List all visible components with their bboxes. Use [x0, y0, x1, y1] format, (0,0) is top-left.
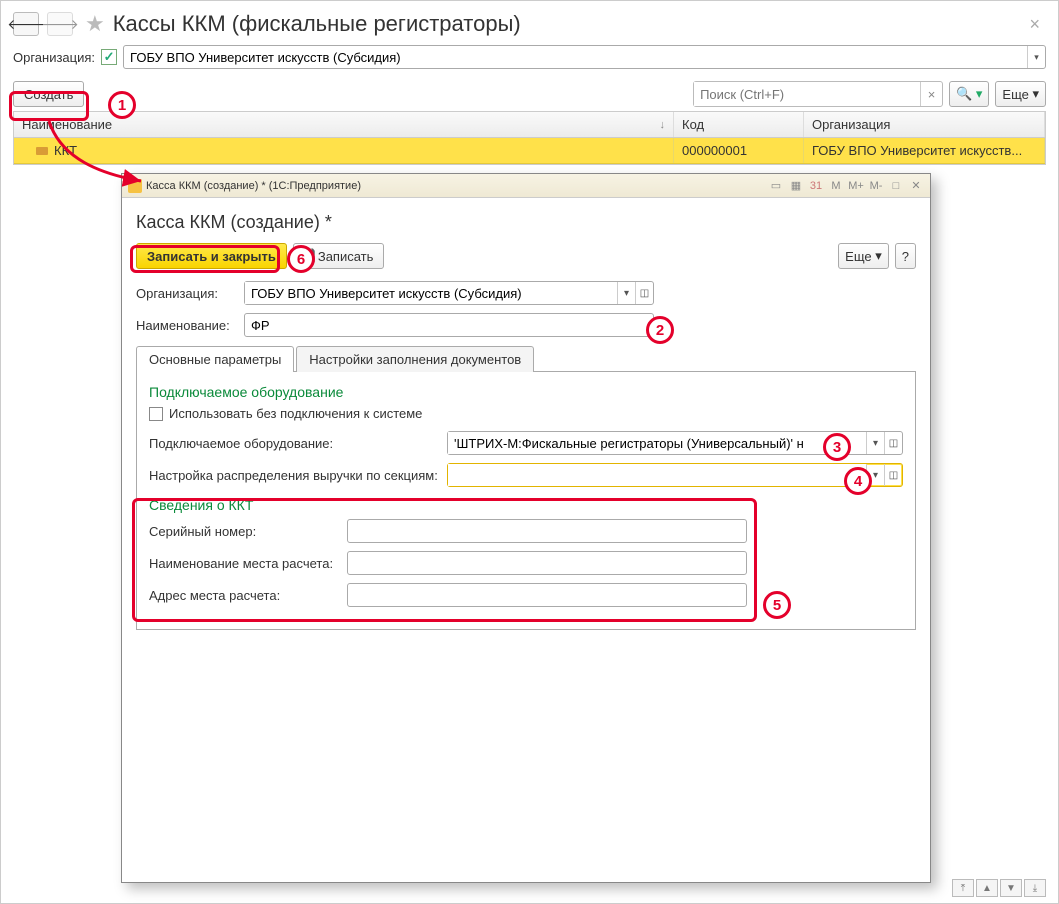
dialog-tabs: Основные параметры Настройки заполнения … [136, 345, 916, 372]
mem-mplus-button[interactable]: M+ [848, 178, 864, 194]
clear-search-icon[interactable]: × [920, 82, 942, 106]
scroll-up-icon[interactable]: ▲ [976, 879, 998, 897]
create-button[interactable]: Создать [13, 81, 84, 107]
mem-m-button[interactable]: M [828, 178, 844, 194]
tab-main-pane: Подключаемое оборудование Использовать б… [136, 372, 916, 630]
search-input[interactable] [694, 82, 920, 106]
favorite-icon[interactable]: ★ [85, 11, 105, 37]
close-dialog-icon[interactable]: ✕ [908, 178, 924, 194]
forward-button[interactable]: 🡒 [47, 12, 73, 36]
serial-label: Серийный номер: [149, 524, 339, 539]
app-window: 🡐 🡒 ★ Кассы ККМ (фискальные регистраторы… [0, 0, 1059, 904]
save-close-button[interactable]: Записать и закрыть [136, 243, 287, 269]
list-toolbar: Создать × 🔍 ▾ Еще ▾ [1, 77, 1058, 111]
dialog-heading: Касса ККМ (создание) * [136, 212, 916, 233]
help-button[interactable]: ? [895, 243, 916, 269]
list-table: Наименование↓ Код Организация ККТ 000000… [13, 111, 1046, 165]
scroll-top-icon[interactable]: ⤒ [952, 879, 974, 897]
org-filter-checkbox[interactable]: ✓ [101, 49, 117, 65]
chevron-down-icon[interactable]: ▾ [617, 282, 635, 304]
col-org[interactable]: Организация [804, 112, 1045, 137]
table-header: Наименование↓ Код Организация [14, 112, 1045, 138]
page-title: Кассы ККМ (фискальные регистраторы) [113, 11, 521, 37]
open-external-icon[interactable]: ◫ [884, 432, 902, 454]
close-icon[interactable]: × [1023, 14, 1046, 35]
scroll-bottom-icon[interactable]: ⤓ [1024, 879, 1046, 897]
titlebar-calendar-icon[interactable]: 31 [808, 178, 824, 194]
sections-input[interactable] [448, 464, 866, 486]
titlebar-calc-icon[interactable]: ▦ [788, 178, 804, 194]
tab-fill[interactable]: Настройки заполнения документов [296, 346, 534, 372]
callout-6: 6 [287, 245, 315, 273]
dialog-titlebar-text: Касса ККМ (создание) * (1С:Предприятие) [146, 180, 361, 192]
cell-name: ККТ [54, 143, 77, 158]
org-filter-combo[interactable]: ▾ [123, 45, 1046, 69]
filter-row: Организация: ✓ ▾ [1, 41, 1058, 77]
dialog-org-label: Организация: [136, 286, 236, 301]
chevron-down-icon[interactable]: ▾ [1027, 46, 1045, 68]
section-equipment-title: Подключаемое оборудование [149, 384, 903, 400]
back-button[interactable]: 🡐 [13, 12, 39, 36]
row-icon [36, 147, 48, 155]
equipment-row: Подключаемое оборудование: ▾ ◫ [149, 431, 903, 455]
table-row[interactable]: ККТ 000000001 ГОБУ ВПО Университет искус… [14, 138, 1045, 164]
maximize-icon[interactable]: □ [888, 178, 904, 194]
cell-code: 000000001 [674, 138, 804, 163]
dialog-org-input[interactable] [245, 282, 617, 304]
dialog-toolbar: Записать и закрыть 💾Записать Еще ▾ ? [136, 243, 916, 269]
dialog-window: Касса ККМ (создание) * (1С:Предприятие) … [121, 173, 931, 883]
col-code[interactable]: Код [674, 112, 804, 137]
callout-5: 5 [763, 591, 791, 619]
titlebar-doc-icon[interactable]: ▭ [768, 178, 784, 194]
dialog-name-row: Наименование: [136, 313, 916, 337]
dialog-name-input[interactable] [244, 313, 654, 337]
dialog-org-combo[interactable]: ▾ ◫ [244, 281, 654, 305]
place-name-label: Наименование места расчета: [149, 556, 339, 571]
dialog-body: Касса ККМ (создание) * Записать и закрыт… [122, 198, 930, 882]
chevron-down-icon[interactable]: ▾ [866, 432, 884, 454]
callout-4: 4 [844, 467, 872, 495]
place-name-input[interactable] [347, 551, 747, 575]
dialog-more-button[interactable]: Еще ▾ [838, 243, 889, 269]
callout-3: 3 [823, 433, 851, 461]
more-button[interactable]: Еще ▾ [995, 81, 1046, 107]
offline-checkbox[interactable] [149, 407, 163, 421]
sections-combo[interactable]: ▾ ◫ [447, 463, 903, 487]
org-filter-input[interactable] [124, 46, 1027, 68]
serial-input[interactable] [347, 519, 747, 543]
dialog-org-row: Организация: ▾ ◫ [136, 281, 916, 305]
equipment-input[interactable] [448, 432, 866, 454]
org-filter-label: Организация: [13, 50, 95, 65]
callout-2: 2 [646, 316, 674, 344]
offline-checkbox-row[interactable]: Использовать без подключения к системе [149, 406, 903, 421]
offline-checkbox-label: Использовать без подключения к системе [169, 406, 422, 421]
scroll-down-icon[interactable]: ▼ [1000, 879, 1022, 897]
section-kkt-title: Сведения о ККТ [149, 497, 903, 513]
header: 🡐 🡒 ★ Кассы ККМ (фискальные регистраторы… [1, 1, 1058, 41]
sections-label: Настройка распределения выручки по секци… [149, 468, 439, 483]
place-name-row: Наименование места расчета: [149, 551, 903, 575]
equipment-label: Подключаемое оборудование: [149, 436, 439, 451]
dialog-name-label: Наименование: [136, 318, 236, 333]
callout-1: 1 [108, 91, 136, 119]
mem-mminus-button[interactable]: M- [868, 178, 884, 194]
tab-main[interactable]: Основные параметры [136, 346, 294, 372]
open-external-icon[interactable]: ◫ [635, 282, 653, 304]
app-1c-icon [128, 179, 142, 193]
open-external-icon[interactable]: ◫ [884, 464, 902, 486]
place-addr-input[interactable] [347, 583, 747, 607]
sections-row: Настройка распределения выручки по секци… [149, 463, 903, 487]
dialog-titlebar[interactable]: Касса ККМ (создание) * (1С:Предприятие) … [122, 174, 930, 198]
place-addr-label: Адрес места расчета: [149, 588, 339, 603]
search-box[interactable]: × [693, 81, 943, 107]
footer-scroll: ⤒ ▲ ▼ ⤓ [952, 879, 1046, 897]
cell-org: ГОБУ ВПО Университет искусств... [804, 138, 1045, 163]
search-button[interactable]: 🔍 ▾ [949, 81, 989, 107]
serial-row: Серийный номер: [149, 519, 903, 543]
